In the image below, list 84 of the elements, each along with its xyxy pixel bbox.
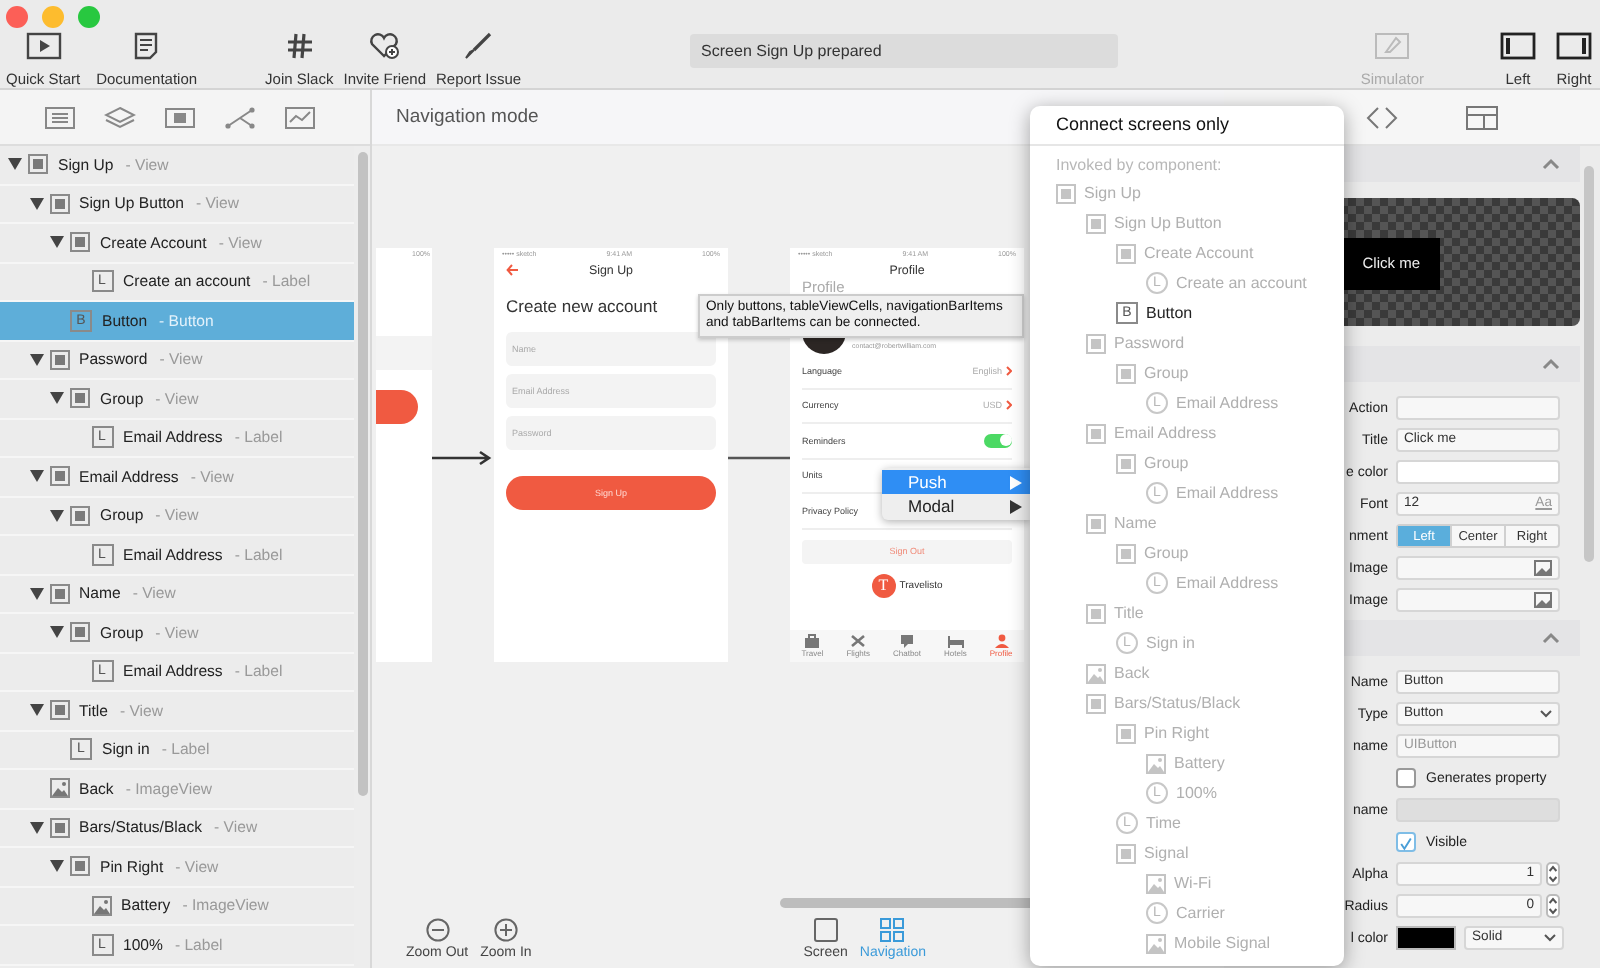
disclosure-triangle-icon[interactable] bbox=[50, 860, 64, 873]
bed-icon bbox=[947, 634, 964, 648]
plane-icon bbox=[850, 634, 867, 648]
view-icon bbox=[70, 388, 90, 409]
disclosure-triangle-icon[interactable] bbox=[29, 197, 43, 210]
chevron-icon bbox=[1006, 365, 1012, 376]
view-icon bbox=[49, 583, 69, 604]
square-icon bbox=[813, 917, 838, 941]
disclosure-triangle-icon[interactable] bbox=[8, 158, 22, 171]
checkbox[interactable] bbox=[1396, 768, 1416, 788]
image-icon bbox=[1146, 753, 1166, 773]
chevron-down-icon bbox=[1540, 710, 1552, 718]
image-icon bbox=[91, 895, 111, 916]
input-field[interactable] bbox=[1396, 396, 1560, 420]
view-icon bbox=[1086, 603, 1106, 623]
view-icon bbox=[49, 700, 69, 721]
view-icon bbox=[49, 193, 69, 214]
chart-icon[interactable] bbox=[283, 105, 315, 129]
disclosure-triangle-icon[interactable] bbox=[50, 626, 64, 639]
stepper-icon[interactable] bbox=[1546, 894, 1560, 918]
view-icon bbox=[49, 817, 69, 838]
heart-plus-icon bbox=[366, 32, 403, 60]
disclosure-triangle-icon[interactable] bbox=[29, 353, 43, 366]
image-icon[interactable] bbox=[1534, 592, 1552, 608]
menu-item[interactable]: Connect screens only bbox=[1030, 106, 1344, 146]
layers-icon[interactable] bbox=[103, 105, 135, 129]
columns-icon[interactable] bbox=[163, 105, 195, 129]
collapse-icon[interactable] bbox=[1542, 632, 1560, 644]
list-icon[interactable] bbox=[43, 105, 75, 129]
disclosure-triangle-icon[interactable] bbox=[50, 392, 64, 405]
image-icon bbox=[1146, 873, 1166, 893]
image-icon bbox=[49, 778, 69, 799]
view-icon bbox=[70, 856, 90, 877]
disclosure-triangle-icon[interactable] bbox=[29, 587, 43, 600]
stepper-icon[interactable] bbox=[1546, 862, 1560, 886]
collapse-icon[interactable] bbox=[1542, 158, 1560, 170]
view-icon bbox=[28, 154, 48, 175]
code-icon[interactable] bbox=[1366, 105, 1398, 129]
connection-arrow bbox=[432, 450, 492, 466]
image-icon[interactable] bbox=[1534, 560, 1552, 576]
view-icon bbox=[49, 466, 69, 487]
chevron-icon bbox=[1006, 400, 1012, 411]
color-swatch[interactable] bbox=[1396, 926, 1456, 950]
back-arrow-icon bbox=[506, 264, 520, 276]
zoom-button[interactable] bbox=[78, 6, 100, 28]
image-icon bbox=[1086, 663, 1106, 683]
zoom-out-icon bbox=[425, 917, 450, 941]
disclosure-triangle-icon[interactable] bbox=[50, 509, 64, 522]
partial-button bbox=[376, 390, 418, 424]
image-field[interactable] bbox=[1396, 588, 1560, 612]
view-icon bbox=[70, 622, 90, 643]
view-icon bbox=[70, 232, 90, 253]
nodes-icon[interactable] bbox=[223, 105, 255, 129]
layout-icon[interactable] bbox=[1466, 105, 1498, 129]
scrollbar-thumb[interactable] bbox=[358, 152, 368, 796]
image-icon bbox=[1146, 933, 1166, 953]
checkbox[interactable] bbox=[1396, 832, 1416, 852]
disclosure-triangle-icon[interactable] bbox=[29, 470, 43, 483]
status-field: Screen Sign Up prepared bbox=[689, 34, 1118, 68]
disclosure-triangle-icon[interactable] bbox=[29, 821, 43, 834]
close-button[interactable] bbox=[6, 6, 28, 28]
grid-icon bbox=[880, 917, 905, 941]
logo-circle: T bbox=[871, 573, 896, 597]
color-field[interactable] bbox=[1396, 460, 1560, 484]
collapse-icon[interactable] bbox=[1542, 358, 1560, 370]
scrollbar-thumb[interactable] bbox=[1584, 166, 1594, 562]
panel-icon bbox=[1500, 32, 1536, 60]
mode-title: Navigation mode bbox=[396, 106, 539, 128]
image-field[interactable] bbox=[1396, 556, 1560, 580]
disclosure-triangle-icon[interactable] bbox=[50, 236, 64, 249]
brush-icon bbox=[460, 32, 497, 60]
disclosure-triangle-icon[interactable] bbox=[29, 704, 43, 717]
play-icon bbox=[25, 32, 62, 60]
zoom-in-icon bbox=[493, 917, 518, 941]
panel-icon bbox=[1556, 32, 1592, 60]
section-title: Invoked by component: bbox=[1054, 154, 1224, 178]
view-icon bbox=[49, 349, 69, 370]
view-icon bbox=[70, 505, 90, 526]
person-icon bbox=[993, 634, 1010, 648]
view-icon bbox=[1116, 843, 1136, 863]
chevron-down-icon bbox=[1544, 934, 1556, 942]
suitcase-icon bbox=[804, 634, 821, 648]
chat-icon bbox=[899, 634, 915, 648]
eraser-icon bbox=[1374, 32, 1411, 60]
